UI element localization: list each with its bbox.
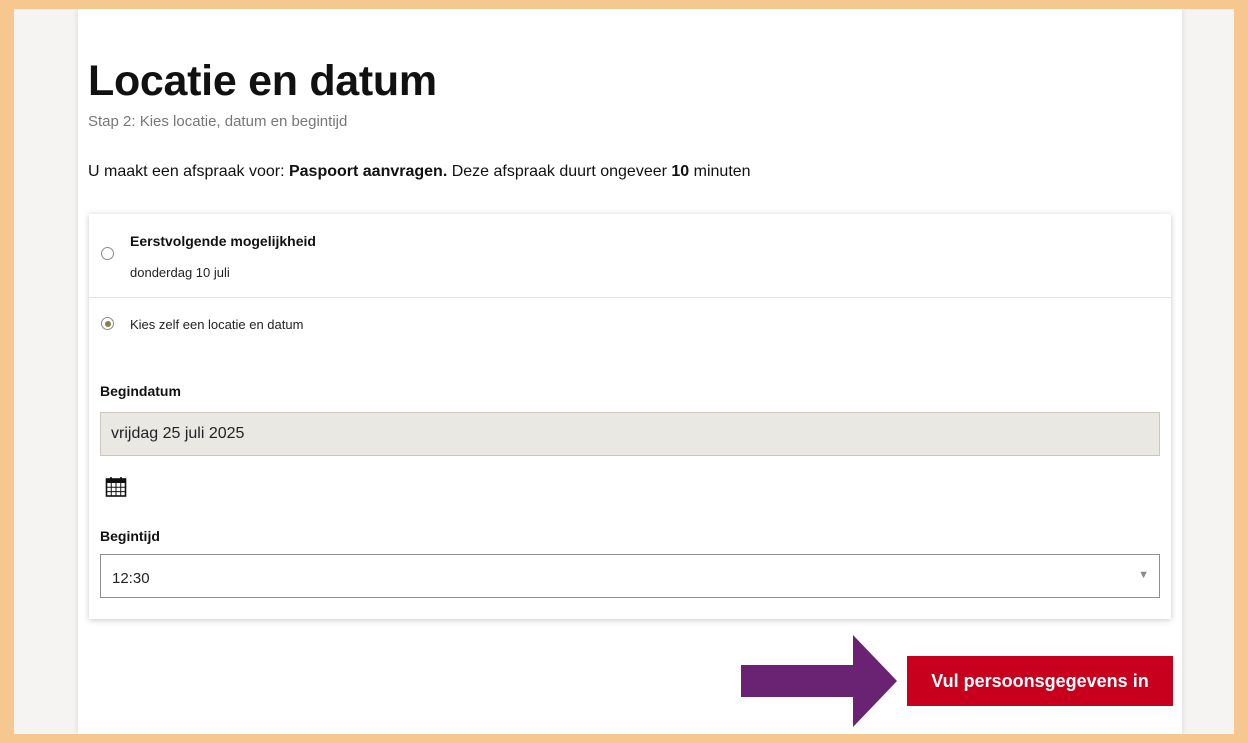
options-card: Eerstvolgende mogelijkheid donderdag 10 … — [89, 214, 1171, 619]
fill-personal-details-button[interactable]: Vul persoonsgegevens in — [907, 656, 1173, 706]
start-time-value: 12:30 — [112, 570, 150, 587]
calendar-icon[interactable] — [105, 476, 127, 498]
chevron-down-icon[interactable]: ▼ — [1138, 569, 1149, 581]
service-name: Paspoort aanvragen. — [288, 163, 448, 180]
choose-own-radio[interactable] — [101, 317, 114, 330]
choose-own-label: Kies zelf een locatie en datum — [130, 317, 304, 332]
main-page: Locatie en datum Stap 2: Kies locatie, d… — [78, 9, 1182, 734]
annotation-arrow-icon — [741, 635, 897, 727]
first-available-option[interactable]: Eerstvolgende mogelijkheid donderdag 10 … — [89, 214, 1171, 298]
first-available-date: donderdag 10 juli — [130, 265, 230, 280]
intro-prefix: U maakt een afspraak voor: — [88, 163, 289, 180]
intro-suffix: minuten — [689, 163, 751, 180]
first-available-title: Eerstvolgende mogelijkheid — [130, 233, 316, 249]
start-time-select[interactable]: 12:30 ▼ — [100, 554, 1160, 598]
start-date-input[interactable] — [100, 412, 1160, 456]
start-time-label: Begintijd — [100, 528, 160, 544]
step-subtitle: Stap 2: Kies locatie, datum en begintijd — [88, 113, 348, 130]
start-date-label: Begindatum — [100, 383, 181, 399]
intro-middle: Deze afspraak duurt ongeveer — [447, 163, 672, 180]
page-title: Locatie en datum — [88, 57, 437, 105]
duration-value: 10 — [671, 163, 690, 180]
choose-own-option[interactable]: Kies zelf een locatie en datum — [89, 298, 1171, 348]
appointment-intro: U maakt een afspraak voor: Paspoort aanv… — [88, 163, 751, 181]
first-available-radio[interactable] — [101, 247, 114, 260]
